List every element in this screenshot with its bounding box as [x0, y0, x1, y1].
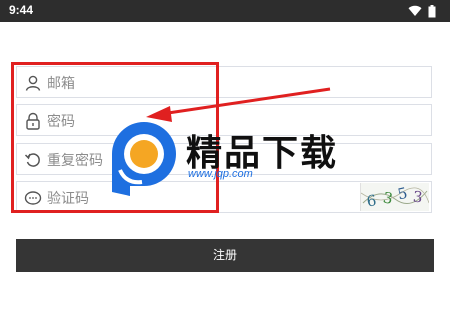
p-logo-icon [112, 122, 176, 196]
watermark-url: www.jqp.com [188, 168, 253, 180]
watermark-logo: 精品下载 www.jqp.com [100, 110, 360, 200]
